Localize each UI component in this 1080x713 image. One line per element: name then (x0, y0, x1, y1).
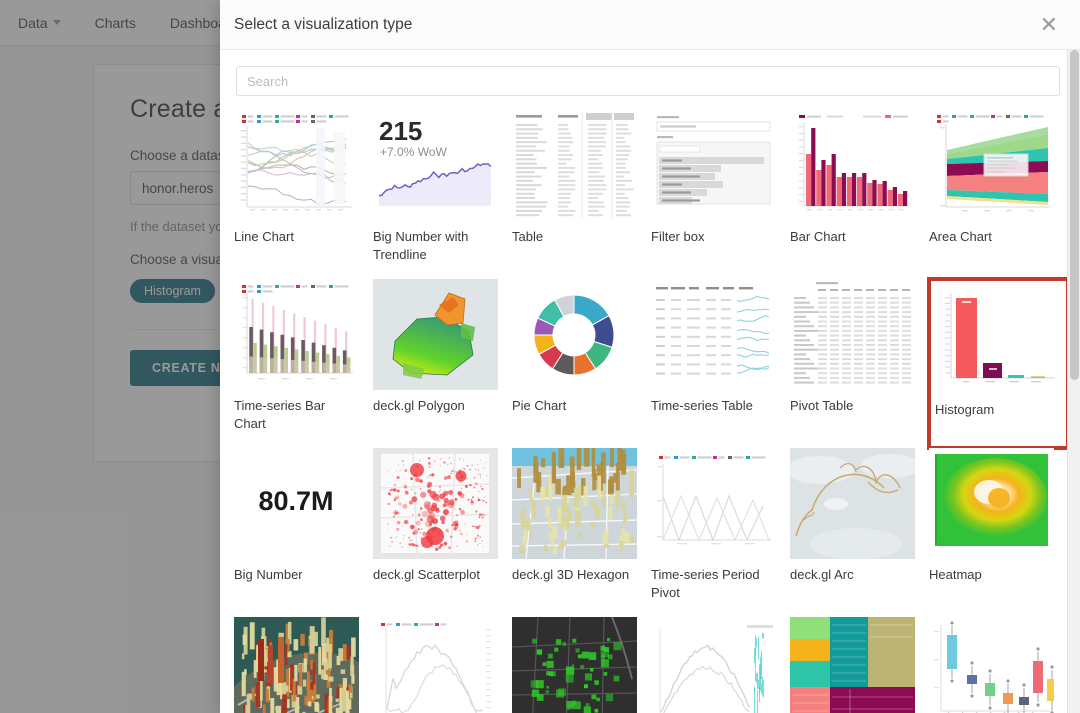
viz-type-card-area-chart[interactable]: Area Chart (929, 110, 1068, 279)
table-thumbnail (512, 110, 637, 221)
viz-type-card-deckgl-city[interactable] (234, 616, 373, 713)
viz-type-label: Time-series Table (651, 397, 753, 413)
viz-type-card-line-chart[interactable]: Line Chart (234, 110, 373, 279)
viz-type-card-table[interactable]: Table (512, 110, 651, 279)
big-number-thumbnail: 80.7M (234, 447, 359, 559)
modal-body: Line Chart 215 +7.0% WoW Big Number with… (220, 50, 1080, 713)
modal-header: Select a visualization type ✕ (220, 0, 1080, 50)
viz-type-card-filter-box[interactable]: Filter box (651, 110, 790, 279)
histogram-thumbnail (935, 282, 1060, 394)
modal-scrollbar-thumb[interactable] (1070, 50, 1079, 380)
viz-type-card-pivot-table[interactable]: Pivot Table (790, 278, 929, 448)
box-plot-thumbnail (929, 616, 1054, 713)
line-dome-thumbnail (651, 616, 776, 713)
viz-type-label: deck.gl Polygon (373, 397, 465, 413)
svg-text:80.7M: 80.7M (258, 486, 333, 516)
viz-type-card-line-dome[interactable] (651, 616, 790, 713)
svg-text:215: 215 (379, 116, 422, 146)
viz-type-card-box-plot[interactable] (929, 616, 1068, 713)
viz-type-card-big-number-with-trendline[interactable]: 215 +7.0% WoW Big Number with Trendline (373, 110, 512, 279)
viz-type-label: Heatmap (929, 566, 982, 582)
time-series-table-thumbnail (651, 278, 776, 390)
close-icon[interactable]: ✕ (1036, 12, 1062, 38)
heatmap-thumbnail (929, 447, 1054, 559)
time-series-period-pivot-thumbnail (651, 447, 776, 559)
deckgl-city-thumbnail (234, 616, 359, 713)
viz-type-label: Area Chart (929, 229, 992, 244)
treemap-thumbnail (790, 616, 915, 713)
viz-type-label: Big Number (234, 566, 303, 582)
viz-type-card-deckgl-grid-green[interactable] (512, 616, 651, 713)
viz-type-card-deck-gl-arc[interactable]: deck.gl Arc (790, 447, 929, 617)
viz-type-card-deck-gl-3d-hexagon[interactable]: deck.gl 3D Hexagon (512, 447, 651, 617)
deckgl-scatterplot-thumbnail (373, 447, 498, 559)
deckgl-polygon-thumbnail (373, 278, 498, 390)
svg-text:+7.0% WoW: +7.0% WoW (380, 145, 447, 159)
viz-type-card-time-series-bar-chart[interactable]: Time-series Bar Chart (234, 278, 373, 448)
modal-scrollbar[interactable] (1067, 50, 1080, 713)
line-hump-thumbnail (373, 616, 498, 713)
pie-chart-thumbnail (512, 278, 637, 390)
viz-type-card-bar-chart[interactable]: Bar Chart (790, 110, 929, 279)
bar-chart-thumbnail (790, 110, 915, 221)
viz-type-card-histogram[interactable]: Histogram (927, 276, 1070, 450)
viz-type-card-time-series-table[interactable]: Time-series Table (651, 278, 790, 448)
line-chart-thumbnail (234, 110, 359, 221)
search-wrapper (234, 66, 1062, 110)
viz-type-card-time-series-period-pivot[interactable]: Time-series Period Pivot (651, 447, 790, 617)
viz-type-label: Filter box (651, 229, 705, 244)
viz-type-label: Line Chart (234, 229, 294, 244)
viz-type-card-heatmap[interactable]: Heatmap (929, 447, 1068, 617)
big-number-trendline-thumbnail: 215 +7.0% WoW (373, 110, 498, 221)
deckgl-grid-green-thumbnail (512, 616, 637, 713)
viz-type-label: Time-series Period Pivot (651, 566, 760, 601)
viz-type-label: Histogram (935, 401, 995, 417)
deckgl-3d-hexagon-thumbnail (512, 447, 637, 559)
filter-box-thumbnail (651, 110, 776, 221)
pivot-table-thumbnail (790, 278, 915, 390)
viz-type-label: Table (512, 229, 544, 244)
viz-type-label: Bar Chart (790, 229, 846, 244)
modal-title: Select a visualization type (234, 15, 413, 33)
viz-type-card-deck-gl-scatterplot[interactable]: deck.gl Scatterplot (373, 447, 512, 617)
visualization-type-modal: Select a visualization type ✕ Line Chart… (220, 0, 1080, 713)
viz-type-card-big-number[interactable]: 80.7M Big Number (234, 447, 373, 617)
area-chart-thumbnail (929, 110, 1054, 221)
viz-type-label: Big Number with Trendline (373, 229, 469, 263)
viz-type-card-treemap[interactable] (790, 616, 929, 713)
viz-type-label: Pivot Table (790, 397, 854, 413)
deckgl-arc-thumbnail (790, 447, 915, 559)
viz-type-card-deck-gl-polygon[interactable]: deck.gl Polygon (373, 278, 512, 448)
visualization-type-grid: Line Chart 215 +7.0% WoW Big Number with… (234, 110, 1070, 713)
viz-type-label: deck.gl 3D Hexagon (512, 566, 630, 582)
viz-type-label: Time-series Bar Chart (234, 397, 326, 432)
viz-type-label: deck.gl Arc (790, 566, 854, 582)
search-input[interactable] (236, 66, 1060, 96)
viz-type-card-pie-chart[interactable]: Pie Chart (512, 278, 651, 448)
time-series-bar-thumbnail (234, 278, 359, 390)
viz-type-label: Pie Chart (512, 397, 567, 413)
viz-type-card-line-hump[interactable] (373, 616, 512, 713)
viz-type-label: deck.gl Scatterplot (373, 566, 480, 582)
